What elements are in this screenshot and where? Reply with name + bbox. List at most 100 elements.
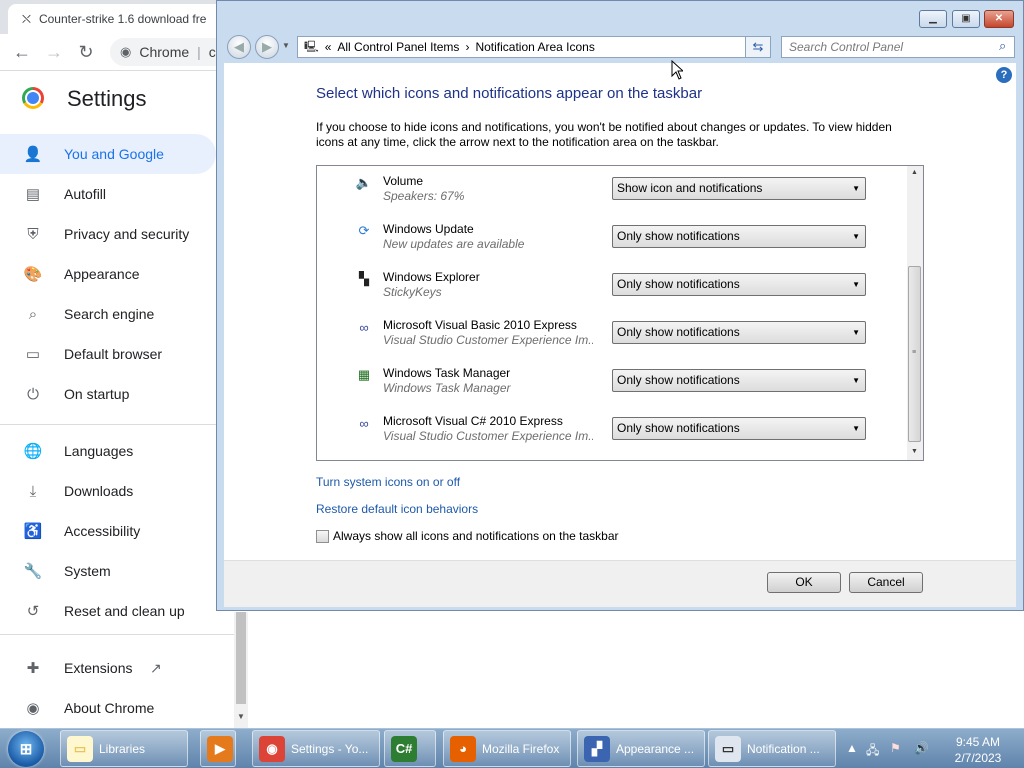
list-item: ∞ Microsoft Visual C# 2010 Express Visual …	[317, 408, 907, 456]
ok-button[interactable]: OK	[767, 572, 841, 593]
sidebar-item-downloads[interactable]: ⤓ Downloads	[0, 471, 216, 511]
sidebar-item-on-startup[interactable]: ⏻ On startup	[0, 374, 216, 414]
scroll-down-icon[interactable]: ▼	[237, 712, 245, 721]
help-icon[interactable]: ?	[996, 67, 1012, 83]
close-button[interactable]: ✕	[984, 10, 1014, 28]
behavior-dropdown[interactable]: Show icon and notifications ▼	[612, 177, 866, 200]
reload-icon[interactable]: ↻	[76, 42, 96, 62]
taskbar-button[interactable]: ▞ Appearance ...	[577, 730, 705, 767]
breadcrumb-root[interactable]: «	[325, 40, 332, 54]
browser-tab[interactable]: ⛌ Counter-strike 1.6 download fre	[8, 4, 238, 34]
scroll-up-icon[interactable]: ▲	[911, 169, 918, 176]
recent-pages-icon[interactable]: ▼	[282, 41, 290, 50]
cancel-button[interactable]: Cancel	[849, 572, 923, 593]
sidebar-item-languages[interactable]: 🌐 Languages	[0, 431, 216, 471]
item-name: Windows Update	[383, 222, 474, 236]
display-settings-icon: ▞	[584, 735, 610, 762]
dropdown-arrow-icon[interactable]: ▼	[852, 370, 860, 391]
sidebar-item-you-and-google[interactable]: 👤 You and Google	[0, 134, 216, 174]
taskbar-button[interactable]: ▭ Notification ...	[708, 730, 836, 767]
minimize-button[interactable]: ▁	[919, 10, 947, 28]
restore-defaults-link[interactable]: Restore default icon behaviors	[316, 502, 478, 516]
dropdown-arrow-icon[interactable]: ▼	[852, 178, 860, 199]
taskbar-button[interactable]: ▭ Libraries	[60, 730, 188, 767]
clock-time[interactable]: 9:45 AM	[950, 735, 1006, 749]
sidebar-item-default-browser[interactable]: ▭ Default browser	[0, 334, 216, 374]
icon-behavior-list: 🔈 Volume Speakers: 67% Show icon and notifi…	[316, 165, 924, 461]
checkbox-label[interactable]: Always show all icons and notifications …	[333, 529, 619, 543]
search-input[interactable]: Search Control Panel	[781, 36, 1015, 58]
breadcrumb-current[interactable]: Notification Area Icons	[475, 40, 594, 54]
behavior-dropdown[interactable]: Only show notifications ▼	[612, 273, 866, 296]
checkbox-box[interactable]	[316, 529, 329, 543]
sidebar-divider	[0, 634, 234, 635]
sidebar-item-reset-and-clean-up[interactable]: ↺ Reset and clean up	[0, 591, 216, 631]
item-subtitle: New updates are available	[383, 237, 525, 251]
page-description: If you choose to hide icons and notifica…	[316, 120, 892, 149]
item-subtitle: StickyKeys	[383, 285, 442, 299]
address-bar[interactable]: 🖳 « All Control Panel Items › Notificati…	[297, 36, 767, 58]
scroll-down-icon[interactable]: ▼	[911, 448, 918, 455]
chrome-scrollbar[interactable]: ▼	[234, 612, 248, 728]
history-icon: ↺	[26, 603, 40, 620]
network-icon[interactable]: 🖧	[866, 741, 879, 762]
dropdown-arrow-icon[interactable]: ▼	[852, 226, 860, 247]
forward-button[interactable]: ▶	[255, 35, 279, 59]
sidebar-item-accessibility[interactable]: ♿ Accessibility	[0, 511, 216, 551]
search-icon[interactable]: ⌕	[999, 38, 1006, 54]
taskbar-button[interactable]: ▶	[200, 730, 236, 767]
clock-date[interactable]: 2/7/2023	[948, 751, 1008, 765]
taskbar-button-label: Mozilla Firefox	[482, 741, 560, 756]
maximize-button[interactable]: ▣	[952, 10, 980, 28]
sidebar-item-about-chrome[interactable]: ◉ About Chrome	[0, 688, 216, 728]
always-show-checkbox[interactable]: Always show all icons and notifications …	[316, 529, 619, 543]
sidebar-item-label: Reset and clean up	[64, 603, 185, 619]
visual-studio-icon: ∞	[359, 319, 369, 335]
refresh-button[interactable]: ⇆	[745, 36, 771, 58]
sidebar-item-system[interactable]: 🔧 System	[0, 551, 216, 591]
dropdown-arrow-icon[interactable]: ▼	[852, 418, 860, 439]
sidebar-item-autofill[interactable]: ▤ Autofill	[0, 174, 216, 214]
item-subtitle: Speakers: 67%	[383, 189, 465, 203]
breadcrumb-all-items[interactable]: All Control Panel Items	[337, 40, 459, 54]
taskbar-button[interactable]: ◕ Mozilla Firefox	[443, 730, 571, 767]
behavior-dropdown[interactable]: Only show notifications ▼	[612, 225, 866, 248]
dropdown-arrow-icon[interactable]: ▼	[852, 274, 860, 295]
window-titlebar[interactable]: ▁ ▣ ✕	[217, 1, 1023, 35]
scroll-thumb[interactable]: ≡	[908, 266, 921, 442]
sidebar-item-extensions[interactable]: ✚ Extensions ↗	[0, 648, 216, 688]
breadcrumb-separator[interactable]: ›	[465, 40, 469, 54]
sidebar-item-search-engine[interactable]: ⌕ Search engine	[0, 294, 216, 334]
behavior-value: Show icon and notifications	[617, 181, 763, 195]
action-center-icon[interactable]: ⚑	[890, 741, 901, 755]
behavior-dropdown[interactable]: Only show notifications ▼	[612, 321, 866, 344]
chrome-logo	[22, 87, 44, 109]
sidebar-item-appearance[interactable]: 🎨 Appearance	[0, 254, 216, 294]
behavior-value: Only show notifications	[617, 229, 740, 243]
behavior-dropdown[interactable]: Only show notifications ▼	[612, 417, 866, 440]
back-button[interactable]: ◀	[227, 35, 251, 59]
sidebar-item-privacy-and-security[interactable]: ⛨ Privacy and security	[0, 214, 216, 254]
start-button[interactable]: ⊞	[8, 731, 44, 767]
taskbar-button-label: Settings - Yo...	[291, 741, 369, 756]
chrome-icon: ◉	[26, 700, 40, 717]
sidebar-item-label: You and Google	[64, 146, 164, 162]
list-scrollbar[interactable]: ▲ ≡ ▼	[907, 166, 923, 460]
back-arrow-icon[interactable]: ←	[12, 42, 32, 62]
windows-update-icon: ⟳	[358, 223, 370, 238]
sidebar-item-label: Appearance	[64, 266, 140, 282]
taskbar-button[interactable]: C#	[384, 730, 436, 767]
behavior-dropdown[interactable]: Only show notifications ▼	[612, 369, 866, 392]
scroll-thumb[interactable]	[236, 612, 246, 704]
taskbar-button[interactable]: ◉ Settings - Yo...	[252, 730, 380, 767]
volume-icon[interactable]: 🔊	[914, 741, 929, 755]
dropdown-arrow-icon[interactable]: ▼	[852, 322, 860, 343]
accessibility-icon: ♿	[23, 523, 43, 540]
list-item: ⟳ Windows Update New updates are available…	[317, 216, 907, 264]
turn-system-icons-link[interactable]: Turn system icons on or off	[316, 475, 460, 489]
forward-arrow-icon[interactable]: →	[44, 42, 64, 62]
system-tray: ▲ 🖧 ⚑ 🔊 9:45 AM 2/7/2023	[842, 731, 1024, 767]
show-hidden-icons-icon[interactable]: ▲	[846, 741, 858, 755]
power-icon: ⏻	[27, 385, 39, 403]
list-item: 🔈 Volume Speakers: 67% Show icon and notifi…	[317, 168, 907, 216]
